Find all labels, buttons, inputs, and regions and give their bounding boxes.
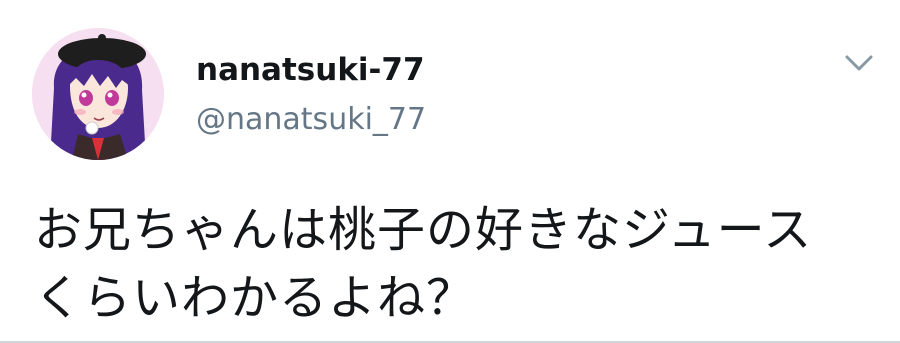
display-name[interactable]: nanatsuki-77 — [196, 52, 425, 88]
tweet-text: お兄ちゃんは桃子の好きなジュース くらいわかるよね？ — [34, 196, 874, 332]
tweet-card: nanatsuki-77 @nanatsuki_77 お兄ちゃんは桃子の好きなジ… — [0, 0, 900, 343]
avatar-icon[interactable] — [32, 28, 164, 160]
tweet-text-line: お兄ちゃんは桃子の好きなジュース — [34, 202, 813, 258]
anime-girl-avatar-icon — [32, 28, 164, 160]
chevron-down-icon[interactable] — [842, 52, 876, 74]
user-handle[interactable]: @nanatsuki_77 — [196, 102, 426, 137]
tweet-text-line: くらいわかるよね？ — [34, 270, 476, 326]
